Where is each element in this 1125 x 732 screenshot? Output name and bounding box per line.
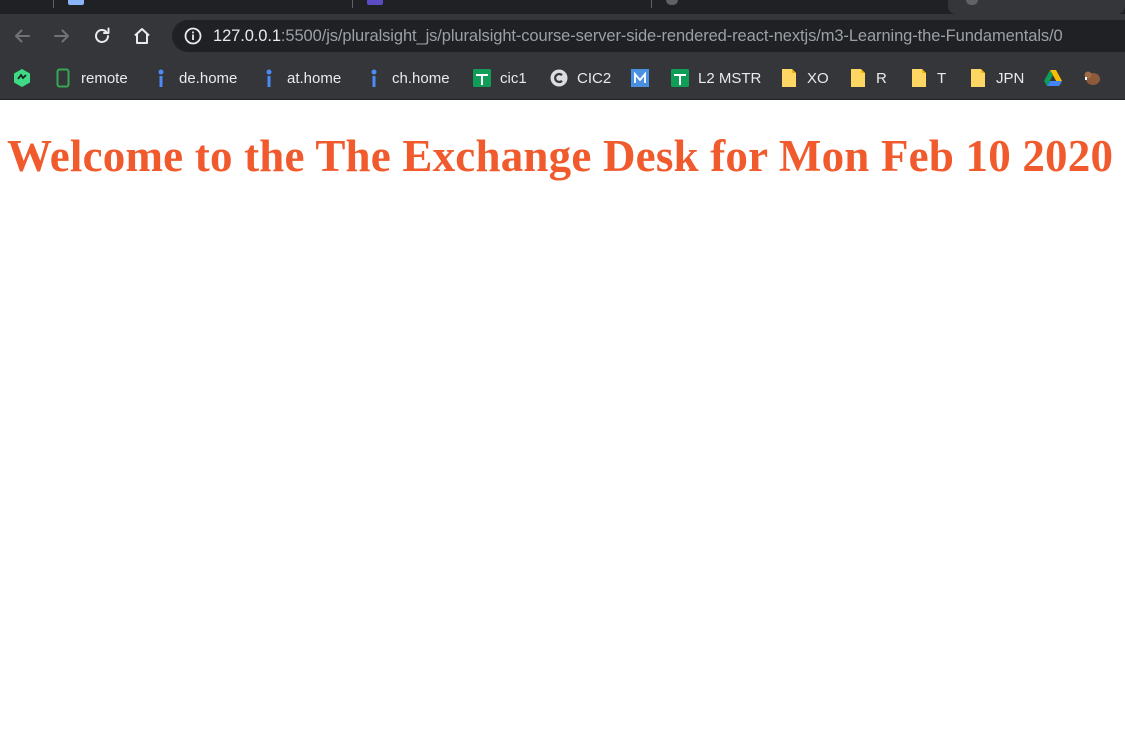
doc-icon <box>968 68 988 88</box>
bookmark-label: at.home <box>287 69 342 87</box>
tab-active[interactable] <box>948 0 1125 14</box>
page-content: Welcome to the The Exchange Desk for Mon… <box>0 100 1125 732</box>
bookmark-m-app[interactable] <box>630 66 650 90</box>
bookmark-remote[interactable]: remote <box>53 66 128 90</box>
bookmark-app[interactable] <box>12 66 32 90</box>
bookmark-r[interactable]: R <box>848 66 887 90</box>
bookmark-label: remote <box>81 69 128 87</box>
bookmark-ch-home[interactable]: ch.home <box>364 66 450 90</box>
bookmark-de-home[interactable]: de.home <box>151 66 237 90</box>
address-bar[interactable]: 127.0.0.1:5500/js/pluralsight_js/plurals… <box>172 20 1125 52</box>
bookmark-label: R <box>876 69 887 87</box>
phone-icon <box>53 68 73 88</box>
reload-icon <box>95 27 110 43</box>
bookmark-label: ch.home <box>392 69 450 87</box>
tab-strip <box>0 0 1125 14</box>
bookmark-jpn[interactable]: JPN <box>968 66 1024 90</box>
bookmark-cic1[interactable]: cic1 <box>472 66 527 90</box>
tab-1[interactable] <box>54 0 352 14</box>
bookmark-label: L2 MSTR <box>698 69 762 87</box>
forward-arrow-icon <box>54 29 69 43</box>
bookmark-label: JPN <box>996 69 1025 87</box>
bookmark-label: CIC2 <box>577 69 612 87</box>
back-arrow-icon <box>15 29 30 43</box>
tab-2[interactable] <box>353 0 651 14</box>
beaver-icon <box>1082 68 1102 88</box>
tab-3[interactable] <box>652 0 948 14</box>
doc-icon <box>779 68 799 88</box>
page-heading: Welcome to the The Exchange Desk for Mon… <box>7 131 1114 181</box>
c-circle-icon <box>549 68 569 88</box>
bookmark-label: de.home <box>179 69 238 87</box>
tab-favicon-icon <box>666 0 678 5</box>
info-pin-icon <box>151 68 171 88</box>
spin-logo-icon <box>12 68 32 88</box>
bookmark-at-home[interactable]: at.home <box>259 66 341 90</box>
info-pin-icon <box>259 68 279 88</box>
bookmark-label: XO <box>807 69 829 87</box>
bookmark-t[interactable]: T <box>909 66 946 90</box>
forward-button[interactable] <box>48 22 76 50</box>
bookmark-cic2[interactable]: CIC2 <box>549 66 611 90</box>
bookmark-drive[interactable] <box>1043 66 1063 90</box>
bookmark-l2-mstr[interactable]: L2 MSTR <box>670 66 761 90</box>
browser-toolbar: 127.0.0.1:5500/js/pluralsight_js/plurals… <box>0 14 1125 58</box>
tab-favicon-icon <box>367 0 383 5</box>
url-path: :5500/js/pluralsight_js/pluralsight-cour… <box>280 27 1063 45</box>
home-button[interactable] <box>128 22 156 50</box>
sheets-icon <box>472 68 492 88</box>
url-text[interactable]: 127.0.0.1:5500/js/pluralsight_js/plurals… <box>213 27 1063 46</box>
back-button[interactable] <box>8 22 36 50</box>
url-host: 127.0.0.1 <box>213 27 281 45</box>
sheets-icon <box>670 68 690 88</box>
drive-icon <box>1043 68 1063 88</box>
bookmark-label: T <box>937 69 947 87</box>
bookmark-xo[interactable]: XO <box>779 66 829 90</box>
home-icon <box>134 28 150 44</box>
bookmark-label: cic1 <box>500 69 527 87</box>
reload-button[interactable] <box>88 22 116 50</box>
doc-icon <box>848 68 868 88</box>
tab-favicon-icon <box>68 0 84 5</box>
tab-favicon-icon <box>966 0 978 5</box>
doc-icon <box>909 68 929 88</box>
m-box-icon <box>630 68 650 88</box>
bookmarks-bar: remote de.home at.home ch.home cic1 CIC2 <box>0 58 1125 100</box>
info-pin-icon <box>364 68 384 88</box>
bookmark-beaver[interactable] <box>1082 66 1102 90</box>
info-icon[interactable] <box>184 27 202 45</box>
